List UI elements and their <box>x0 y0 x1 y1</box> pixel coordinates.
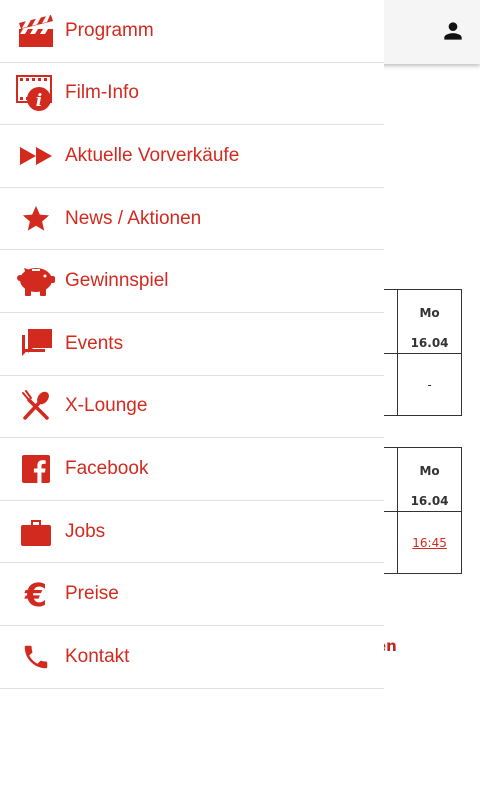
nav-item-gewinnspiel[interactable]: Gewinnspiel <box>0 250 384 313</box>
cutlery-icon <box>16 386 56 426</box>
svg-text:i: i <box>36 91 42 111</box>
day-header: Mo 16.04 <box>397 447 462 512</box>
nav-item-news-aktionen[interactable]: News / Aktionen <box>0 188 384 251</box>
star-icon <box>16 199 56 239</box>
nav-item-events[interactable]: Events <box>0 313 384 376</box>
facebook-icon <box>16 449 56 489</box>
showtime-cell: 16:45 <box>397 511 462 574</box>
chat-bubbles-icon <box>16 324 56 364</box>
clapperboard-icon <box>16 11 56 51</box>
nav-item-jobs[interactable]: Jobs <box>0 501 384 564</box>
nav-item-label: X-Lounge <box>65 395 148 417</box>
nav-item-label: Events <box>65 332 124 354</box>
nav-item-label: Programm <box>65 19 154 41</box>
phone-icon <box>16 637 56 677</box>
nav-item-label: Jobs <box>65 520 106 542</box>
nav-item-x-lounge[interactable]: X-Lounge <box>0 376 384 439</box>
nav-item-preise[interactable]: € Preise <box>0 563 384 626</box>
navigation-drawer: Programm i Film-Info Aktuelle Vorverkäuf… <box>0 0 384 800</box>
nav-item-facebook[interactable]: Facebook <box>0 438 384 501</box>
day-header: Mo 16.04 <box>397 289 462 354</box>
briefcase-icon <box>16 512 56 552</box>
showtime-link[interactable]: 16:45 <box>412 536 447 550</box>
nav-item-kontakt[interactable]: Kontakt <box>0 626 384 689</box>
nav-item-programm[interactable]: Programm <box>0 0 384 63</box>
nav-item-film-info[interactable]: i Film-Info <box>0 63 384 126</box>
nav-list: Programm i Film-Info Aktuelle Vorverkäuf… <box>0 0 384 689</box>
showtime-cell: - <box>397 353 462 416</box>
nav-item-label: Facebook <box>65 457 149 479</box>
person-icon[interactable] <box>440 18 466 44</box>
nav-item-label: Gewinnspiel <box>65 270 169 292</box>
nav-item-label: Aktuelle Vorverkäufe <box>65 144 240 166</box>
fast-forward-icon <box>16 136 56 176</box>
svg-text:€: € <box>24 578 47 610</box>
nav-item-label: Film-Info <box>65 82 139 104</box>
piggy-bank-icon <box>16 261 56 301</box>
film-info-icon: i <box>16 73 56 113</box>
nav-item-label: News / Aktionen <box>65 207 202 229</box>
nav-item-label: Kontakt <box>65 645 130 667</box>
nav-item-vorverkaeufe[interactable]: Aktuelle Vorverkäufe <box>0 125 384 188</box>
euro-icon: € <box>16 574 56 614</box>
nav-item-label: Preise <box>65 583 119 605</box>
